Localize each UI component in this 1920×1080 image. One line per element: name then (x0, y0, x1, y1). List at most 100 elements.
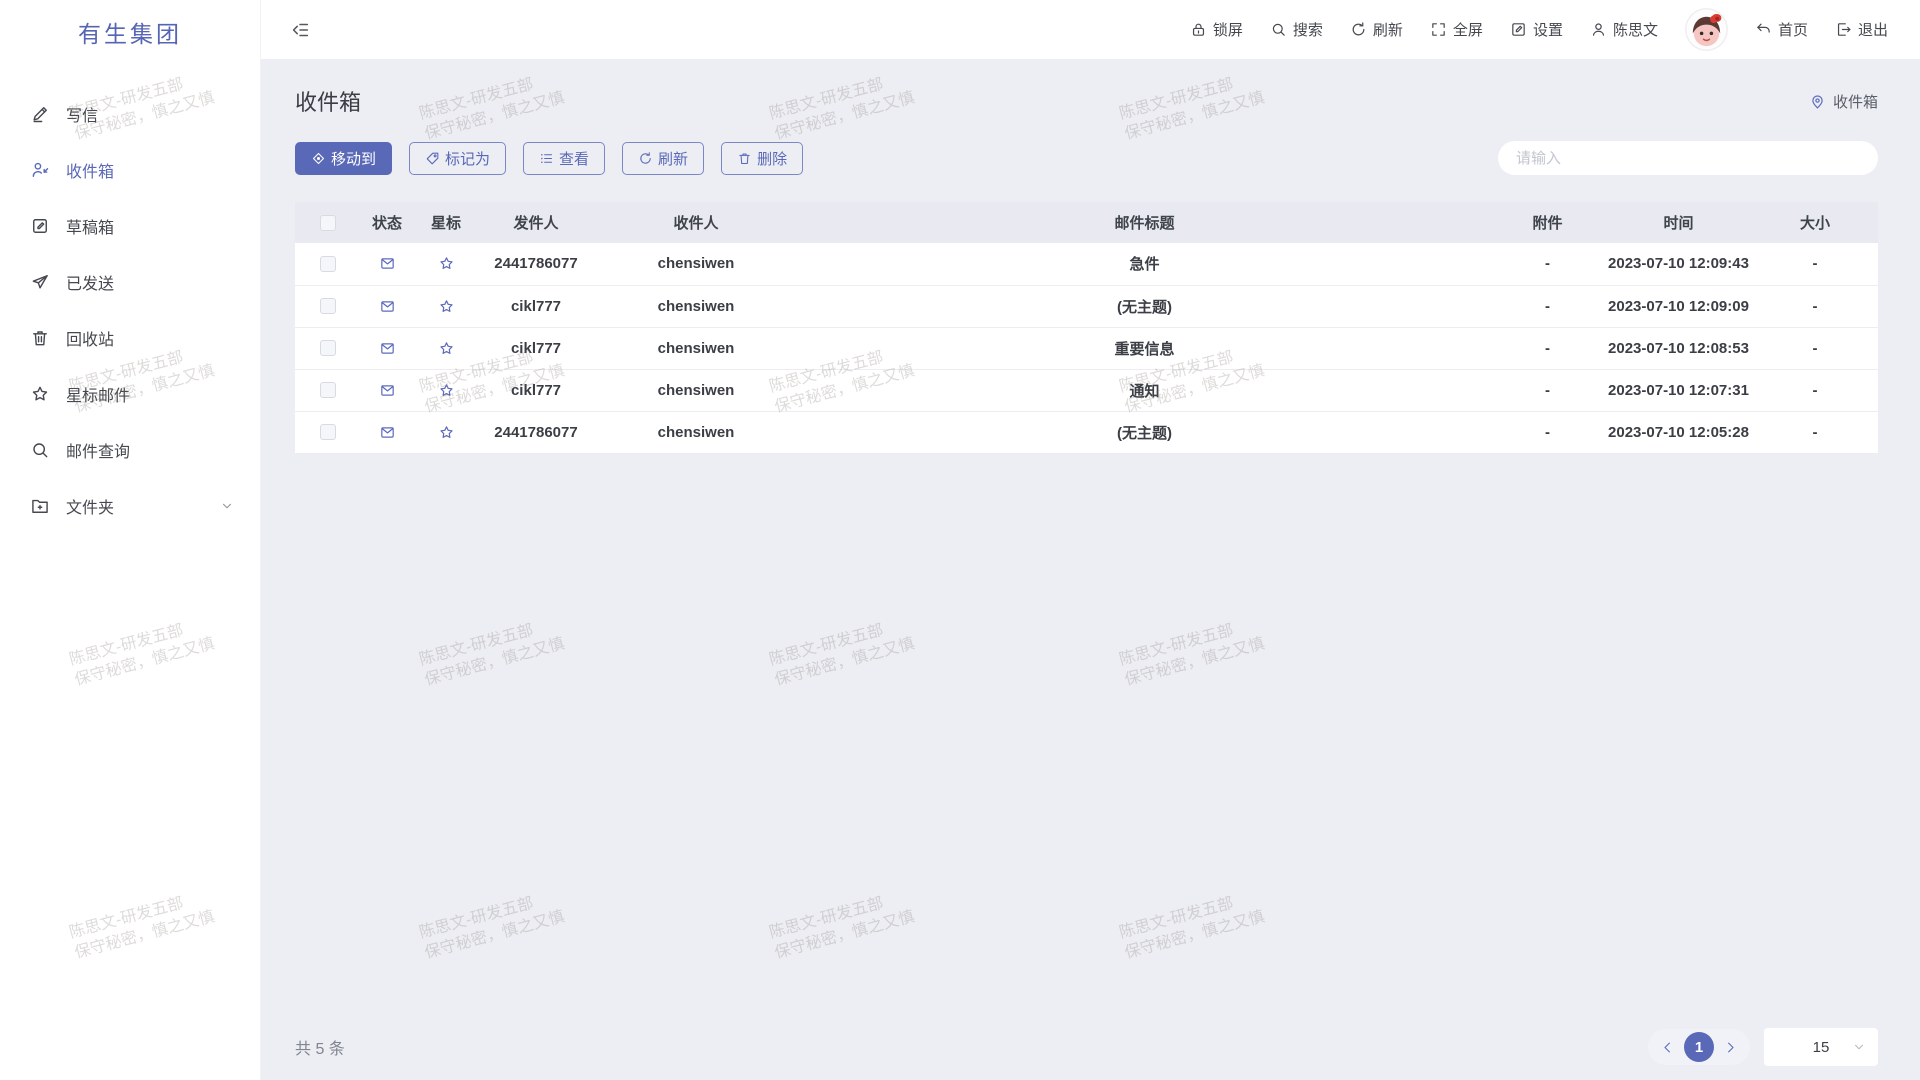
delete-label: 删除 (757, 148, 787, 169)
sidebar-item-label: 收件箱 (66, 158, 114, 182)
move-to-label: 移动到 (331, 148, 376, 169)
mail-rows: 2441786077 chensiwen 急件 - 2023-07-10 12:… (295, 243, 1878, 453)
mail-search-input[interactable] (1498, 141, 1878, 175)
global-search-button[interactable]: 搜索 (1270, 19, 1323, 40)
sidebar-item-compose[interactable]: 写信 (0, 86, 260, 142)
tag-icon (425, 151, 440, 166)
sidebar-item-mail-search[interactable]: 邮件查询 (0, 422, 260, 478)
sidebar-item-label: 回收站 (66, 326, 114, 350)
logout-button[interactable]: 退出 (1835, 19, 1888, 40)
lock-screen-label: 锁屏 (1213, 19, 1243, 40)
menu-fold-icon[interactable] (289, 19, 311, 41)
row-checkbox[interactable] (320, 424, 336, 440)
pencil-icon (30, 104, 50, 124)
cell-sender: cikl777 (479, 327, 593, 369)
sidebar-item-label: 星标邮件 (66, 382, 130, 406)
cell-size: - (1752, 327, 1878, 369)
sidebar-item-label: 草稿箱 (66, 214, 114, 238)
sidebar-item-starred[interactable]: 星标邮件 (0, 366, 260, 422)
unread-mail-icon (379, 298, 396, 315)
cell-attachment: - (1490, 369, 1605, 411)
star-toggle[interactable] (438, 424, 455, 441)
refresh-list-button[interactable]: 刷新 (622, 142, 704, 175)
lock-screen-button[interactable]: 锁屏 (1190, 19, 1243, 40)
view-button[interactable]: 查看 (523, 142, 605, 175)
col-time: 时间 (1605, 202, 1752, 243)
username-label: 陈思文 (1613, 19, 1658, 40)
mail-row[interactable]: 2441786077 chensiwen 急件 - 2023-07-10 12:… (295, 243, 1878, 285)
cell-subject: 重要信息 (799, 327, 1490, 369)
settings-button[interactable]: 设置 (1510, 19, 1563, 40)
avatar[interactable] (1685, 8, 1728, 51)
sidebar-item-label: 写信 (66, 102, 98, 126)
next-page-button[interactable] (1723, 1040, 1738, 1055)
prev-page-button[interactable] (1660, 1040, 1675, 1055)
table-header-row: 状态 星标 发件人 收件人 邮件标题 附件 时间 大小 (295, 202, 1878, 243)
cell-time: 2023-07-10 12:08:53 (1605, 327, 1752, 369)
fullscreen-button[interactable]: 全屏 (1430, 19, 1483, 40)
cell-recipient: chensiwen (593, 243, 799, 285)
cell-size: - (1752, 369, 1878, 411)
sidebar-item-drafts[interactable]: 草稿箱 (0, 198, 260, 254)
edit-square-icon (1510, 21, 1527, 38)
row-checkbox[interactable] (320, 256, 336, 272)
mail-row[interactable]: cikl777 chensiwen (无主题) - 2023-07-10 12:… (295, 285, 1878, 327)
mail-row[interactable]: cikl777 chensiwen 通知 - 2023-07-10 12:07:… (295, 369, 1878, 411)
topbar: 锁屏 搜索 刷新 全屏 设置 陈思文 (261, 0, 1920, 59)
row-checkbox[interactable] (320, 298, 336, 314)
search-icon (1270, 21, 1287, 38)
breadcrumb-label: 收件箱 (1833, 91, 1878, 112)
col-recipient: 收件人 (593, 202, 799, 243)
chevron-down-icon (1852, 1040, 1866, 1054)
mail-row[interactable]: 2441786077 chensiwen (无主题) - 2023-07-10 … (295, 411, 1878, 453)
page-number-button[interactable]: 1 (1684, 1032, 1714, 1062)
row-checkbox[interactable] (320, 382, 336, 398)
refresh-page-button[interactable]: 刷新 (1350, 19, 1403, 40)
mail-table: 状态 星标 发件人 收件人 邮件标题 附件 时间 大小 2441786077 c… (295, 202, 1878, 454)
home-button[interactable]: 首页 (1755, 19, 1808, 40)
mail-row[interactable]: cikl777 chensiwen 重要信息 - 2023-07-10 12:0… (295, 327, 1878, 369)
cell-subject: 急件 (799, 243, 1490, 285)
star-toggle[interactable] (438, 255, 455, 272)
col-size: 大小 (1752, 202, 1878, 243)
cell-size: - (1752, 285, 1878, 327)
mark-as-button[interactable]: 标记为 (409, 142, 506, 175)
cell-sender: cikl777 (479, 369, 593, 411)
pager: 1 (1648, 1029, 1750, 1065)
cell-recipient: chensiwen (593, 285, 799, 327)
search-icon (30, 440, 50, 460)
sidebar-item-folders[interactable]: 文件夹 (0, 478, 260, 534)
page-size-select[interactable]: 15 (1764, 1028, 1878, 1066)
star-toggle[interactable] (438, 382, 455, 399)
refresh-list-label: 刷新 (658, 148, 688, 169)
move-to-button[interactable]: 移动到 (295, 142, 392, 175)
list-footer: 共 5 条 1 15 (295, 1028, 1878, 1066)
folder-plus-icon (30, 496, 50, 516)
cell-attachment: - (1490, 285, 1605, 327)
cell-recipient: chensiwen (593, 411, 799, 453)
home-label: 首页 (1778, 19, 1808, 40)
trash-icon (737, 151, 752, 166)
sidebar-item-inbox[interactable]: 收件箱 (0, 142, 260, 198)
sidebar-item-label: 邮件查询 (66, 438, 130, 462)
col-sender: 发件人 (479, 202, 593, 243)
main-content: 收件箱 收件箱 移动到 标记为 查看 刷新 删除 (261, 59, 1920, 1080)
unread-mail-icon (379, 340, 396, 357)
select-all-checkbox[interactable] (320, 215, 336, 231)
star-toggle[interactable] (438, 340, 455, 357)
user-menu[interactable]: 陈思文 (1590, 19, 1658, 40)
cell-subject: (无主题) (799, 285, 1490, 327)
star-toggle[interactable] (438, 298, 455, 315)
row-checkbox[interactable] (320, 340, 336, 356)
cell-attachment: - (1490, 327, 1605, 369)
sidebar-item-sent[interactable]: 已发送 (0, 254, 260, 310)
sidebar-item-trash[interactable]: 回收站 (0, 310, 260, 366)
sidebar-item-label: 已发送 (66, 270, 114, 294)
avatar-image (1685, 8, 1728, 51)
draft-icon (30, 216, 50, 236)
delete-button[interactable]: 删除 (721, 142, 803, 175)
lock-icon (1190, 21, 1207, 38)
cell-time: 2023-07-10 12:09:43 (1605, 243, 1752, 285)
paper-plane-icon (30, 272, 50, 292)
logout-label: 退出 (1858, 19, 1888, 40)
